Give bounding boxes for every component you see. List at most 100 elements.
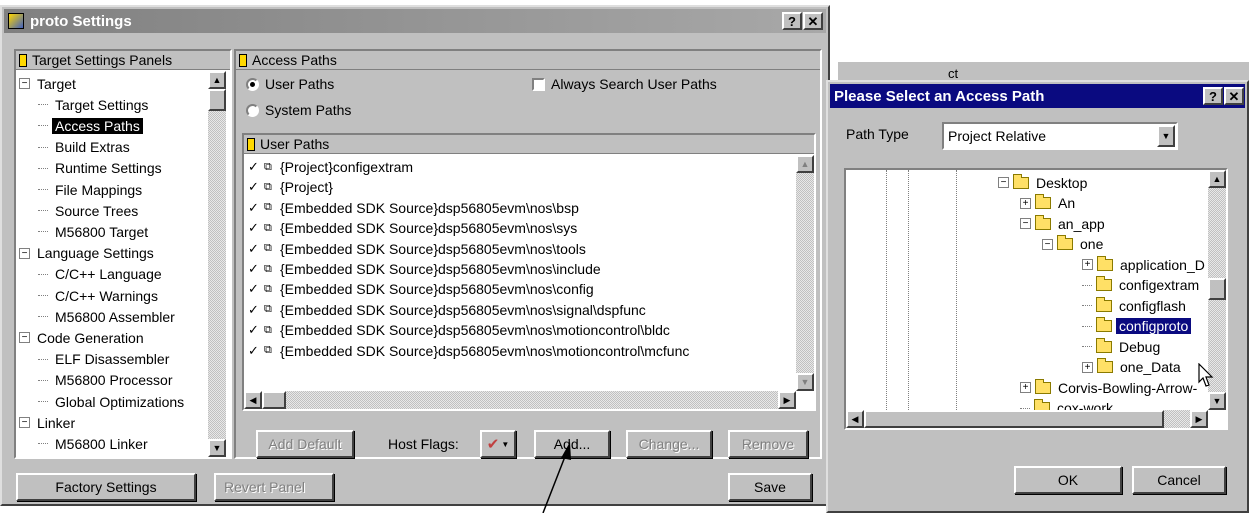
change-button[interactable]: Change... xyxy=(626,430,712,458)
collapse-icon[interactable]: − xyxy=(19,247,30,259)
checkmark-icon[interactable]: ✓ xyxy=(248,241,264,257)
host-flags-button[interactable]: ✔ ▼ xyxy=(480,430,516,458)
path-list-item[interactable]: ✓ ⧉ {Embedded SDK Source}dsp56805evm\nos\i… xyxy=(248,259,601,279)
recursive-search-icon[interactable]: ⧉ xyxy=(264,344,280,357)
add-default-button[interactable]: Add Default xyxy=(256,430,354,458)
collapse-icon[interactable]: − xyxy=(19,332,30,344)
tree-item[interactable]: Access Paths xyxy=(38,115,143,136)
folder-hthumb[interactable] xyxy=(864,410,1164,428)
collapse-icon[interactable]: − xyxy=(1042,238,1053,250)
folder-item[interactable]: configflash xyxy=(1082,295,1189,316)
expand-icon[interactable]: + xyxy=(1020,382,1031,393)
tree-item[interactable]: M56800 Assembler xyxy=(38,306,178,327)
tree-item[interactable]: Target Settings xyxy=(38,94,151,115)
folder-item[interactable]: + An xyxy=(1020,193,1078,214)
hscroll-thumb[interactable] xyxy=(262,391,286,409)
folder-item[interactable]: + Corvis-Bowling-Arrow- xyxy=(1020,377,1200,398)
scroll-left-icon[interactable]: ◀ xyxy=(244,391,262,409)
settings-titlebar[interactable]: proto Settings ? ✕ xyxy=(4,9,826,33)
collapse-icon[interactable]: − xyxy=(1020,218,1031,229)
checkmark-icon[interactable]: ✓ xyxy=(248,159,264,175)
always-search-checkbox[interactable]: Always Search User Paths xyxy=(532,76,717,92)
tree-group[interactable]: − Code Generation xyxy=(19,327,147,348)
recursive-search-icon[interactable]: ⧉ xyxy=(264,201,280,214)
factory-settings-button[interactable]: Factory Settings xyxy=(16,473,196,501)
tree-item[interactable]: File Mappings xyxy=(38,179,145,200)
tree-item[interactable]: M56800 Processor xyxy=(38,370,176,391)
scroll-right-icon[interactable]: ▶ xyxy=(1190,410,1208,428)
ok-button[interactable]: OK xyxy=(1014,466,1122,494)
path-list-item[interactable]: ✓ ⧉ {Embedded SDK Source}dsp56805evm\nos\m… xyxy=(248,341,689,361)
radio-system-paths[interactable]: System Paths xyxy=(246,102,351,118)
path-list-item[interactable]: ✓ ⧉ {Embedded SDK Source}dsp56805evm\nos\c… xyxy=(248,279,594,299)
checkmark-icon[interactable]: ✓ xyxy=(248,343,264,359)
checkmark-icon[interactable]: ✓ xyxy=(248,179,264,195)
recursive-search-icon[interactable]: ⧉ xyxy=(264,222,280,235)
scroll-thumb[interactable] xyxy=(208,89,226,111)
path-list-item[interactable]: ✓ ⧉ {Embedded SDK Source}dsp56805evm\nos\s… xyxy=(248,300,646,320)
save-button[interactable]: Save xyxy=(728,473,812,501)
user-paths-list[interactable]: User Paths ✓ ⧉ {Project}configextram ✓ ⧉ {Pro… xyxy=(242,133,816,411)
radio-user-paths[interactable]: User Paths xyxy=(246,76,334,92)
checkmark-icon[interactable]: ✓ xyxy=(248,302,264,318)
collapse-icon[interactable]: − xyxy=(19,417,30,429)
scroll-up-icon[interactable]: ▲ xyxy=(208,71,226,89)
scroll-up-icon[interactable]: ▲ xyxy=(1208,170,1226,188)
tree-group[interactable]: − Linker xyxy=(19,412,78,433)
expand-icon[interactable]: + xyxy=(1082,259,1093,270)
tree-group[interactable]: − Target xyxy=(19,73,79,94)
paths-hscroll[interactable] xyxy=(244,391,796,409)
path-list-item[interactable]: ✓ ⧉ {Embedded SDK Source}dsp56805evm\nos\t… xyxy=(248,239,586,259)
checkmark-icon[interactable]: ✓ xyxy=(248,200,264,216)
folder-item[interactable]: configproto xyxy=(1082,316,1193,337)
remove-button[interactable]: Remove xyxy=(728,430,808,458)
tree-scrollbar[interactable] xyxy=(208,71,226,457)
tree-item[interactable]: C/C++ Language xyxy=(38,264,165,285)
scroll-right-icon[interactable]: ▶ xyxy=(778,391,796,409)
scroll-down-icon[interactable]: ▼ xyxy=(1208,392,1226,410)
folder-item[interactable]: + one_Data xyxy=(1082,357,1184,378)
collapse-icon[interactable]: − xyxy=(19,78,30,89)
path-list-item[interactable]: ✓ ⧉ {Embedded SDK Source}dsp56805evm\nos\b… xyxy=(248,198,579,218)
folder-item[interactable]: − an_app xyxy=(1020,213,1108,234)
help-button[interactable]: ? xyxy=(1203,87,1223,105)
checkmark-icon[interactable]: ✓ xyxy=(248,220,264,236)
scroll-up-icon[interactable]: ▲ xyxy=(796,155,814,173)
recursive-search-icon[interactable]: ⧉ xyxy=(264,181,280,194)
expand-icon[interactable]: + xyxy=(1020,197,1031,209)
tree-item[interactable]: Source Trees xyxy=(38,200,141,221)
recursive-search-icon[interactable]: ⧉ xyxy=(264,283,280,296)
recursive-search-icon[interactable]: ⧉ xyxy=(264,263,280,276)
tree-item[interactable]: C/C++ Warnings xyxy=(38,285,161,306)
path-list-item[interactable]: ✓ ⧉ {Project} xyxy=(248,177,333,197)
path-list-item[interactable]: ✓ ⧉ {Embedded SDK Source}dsp56805evm\nos\m… xyxy=(248,320,670,340)
checkmark-icon[interactable]: ✓ xyxy=(248,261,264,277)
tree-group[interactable]: − Language Settings xyxy=(19,243,157,264)
recursive-search-icon[interactable]: ⧉ xyxy=(264,161,280,174)
folder-vthumb[interactable] xyxy=(1208,278,1226,300)
chevron-down-icon[interactable]: ▼ xyxy=(1157,125,1175,147)
paths-vscroll[interactable] xyxy=(796,155,814,391)
help-button[interactable]: ? xyxy=(782,12,802,30)
collapse-icon[interactable]: − xyxy=(998,177,1009,188)
scroll-down-icon[interactable]: ▼ xyxy=(796,373,814,391)
checkmark-icon[interactable]: ✓ xyxy=(248,322,264,338)
tree-item[interactable]: Build Extras xyxy=(38,137,133,158)
close-button[interactable]: ✕ xyxy=(803,12,823,30)
folder-tree[interactable]: − Desktop + An − an_app − one + application_D conf… xyxy=(844,168,1228,430)
path-dialog-titlebar[interactable]: Please Select an Access Path ? ✕ xyxy=(830,84,1245,108)
tree-item[interactable]: Global Optimizations xyxy=(38,391,187,412)
folder-item[interactable]: + application_D xyxy=(1082,254,1208,275)
revert-panel-button[interactable]: Revert Panel xyxy=(214,473,334,501)
checkmark-icon[interactable]: ✓ xyxy=(248,281,264,297)
recursive-search-icon[interactable]: ⧉ xyxy=(264,242,280,255)
folder-item[interactable]: − Desktop xyxy=(998,172,1090,193)
scroll-down-icon[interactable]: ▼ xyxy=(208,439,226,457)
folder-item[interactable]: configextram xyxy=(1082,275,1202,296)
path-type-select[interactable]: Project Relative ▼ xyxy=(942,122,1178,150)
scroll-left-icon[interactable]: ◀ xyxy=(846,410,864,428)
tree-item[interactable]: ELF Disassembler xyxy=(38,349,172,370)
recursive-search-icon[interactable]: ⧉ xyxy=(264,324,280,337)
path-list-item[interactable]: ✓ ⧉ {Embedded SDK Source}dsp56805evm\nos\s… xyxy=(248,218,577,238)
cancel-button[interactable]: Cancel xyxy=(1132,466,1226,494)
